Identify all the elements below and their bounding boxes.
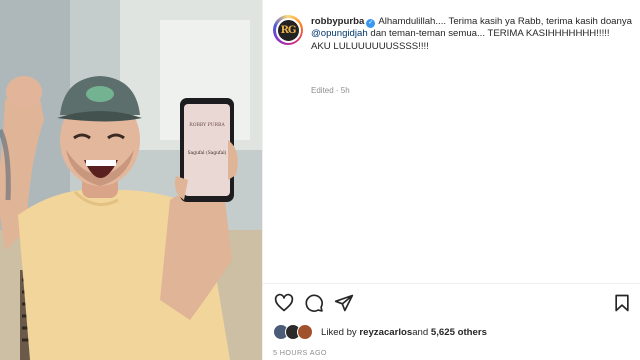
liker-avatars[interactable] xyxy=(273,324,315,340)
liked-by-and: and xyxy=(412,326,429,338)
phone-header-text: ROBBY PURBA xyxy=(189,122,225,128)
post-caption: robbypurba ✓ Alhamdulillah.... Terima kasi… xyxy=(311,16,633,53)
paper-plane-icon xyxy=(334,294,354,312)
others-count-link[interactable]: 5,625 others xyxy=(431,327,487,338)
post-timestamp[interactable]: 5 HOURS AGO xyxy=(273,348,327,357)
actions-divider xyxy=(263,283,640,284)
like-button[interactable] xyxy=(273,292,295,314)
heart-icon xyxy=(274,293,294,312)
post-photo-illustration: ROBBY PURBA Sagufal (Sagufal) xyxy=(0,0,262,360)
comment-button[interactable] xyxy=(303,292,325,314)
likes-summary: Liked by reyzacarlos and 5,625 others xyxy=(273,324,487,340)
mention-link[interactable]: @opungidjah xyxy=(311,28,368,39)
save-button[interactable] xyxy=(611,292,633,314)
comment-icon xyxy=(305,294,323,312)
action-bar xyxy=(263,292,640,314)
liked-by-user-link[interactable]: reyzacarlos xyxy=(359,327,412,338)
caption-text-part1: Alhamdulillah.... Terima kasih ya Rabb, … xyxy=(378,16,635,27)
post-panel: RG robbypurba ✓ Alhamdulillah.... Terima k… xyxy=(262,0,640,360)
username-link[interactable]: robbypurba xyxy=(311,16,364,27)
share-button[interactable] xyxy=(333,292,355,314)
bookmark-icon xyxy=(615,294,629,312)
liker-avatar xyxy=(297,324,313,340)
avatar[interactable]: RG xyxy=(273,15,303,45)
post-photo[interactable]: ROBBY PURBA Sagufal (Sagufal) xyxy=(0,0,262,360)
edited-label: Edited xyxy=(311,86,334,95)
verified-badge-icon: ✓ xyxy=(366,19,376,28)
post-meta: Edited · 5h xyxy=(311,86,350,95)
liked-by-prefix: Liked by xyxy=(321,326,357,338)
avatar-initials: RG xyxy=(275,17,301,43)
phone-body-text: Sagufal (Sagufal) xyxy=(188,151,227,156)
post-age[interactable]: 5h xyxy=(341,86,350,95)
